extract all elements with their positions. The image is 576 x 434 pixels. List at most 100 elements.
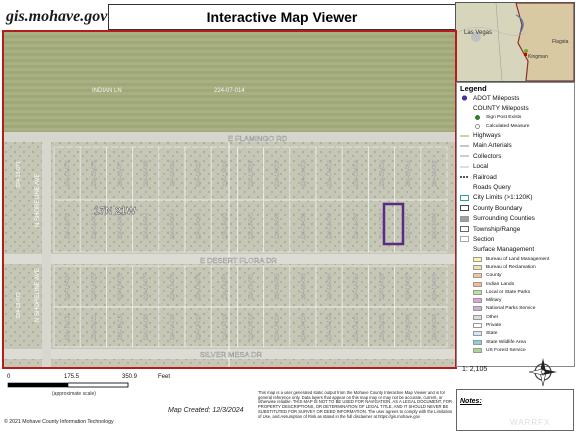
parcel-label-left: 224-13-072 bbox=[16, 292, 22, 319]
legend-label: County Boundary bbox=[473, 204, 523, 212]
legend-label: State bbox=[486, 331, 498, 337]
disclaimer-text: This map is a user generated static outp… bbox=[258, 391, 453, 419]
legend-swatch bbox=[473, 298, 482, 304]
legend-label: State Wildlife Area bbox=[486, 339, 526, 345]
legend-item: Sign Post Exists bbox=[457, 114, 574, 122]
parcel-label: 224-13-112 bbox=[65, 314, 71, 340]
legend-item: COUNTY Mileposts bbox=[457, 103, 574, 113]
parcel-label: 224-13-087 bbox=[406, 273, 412, 300]
parcel-label: 224-13-008 bbox=[222, 160, 228, 187]
parcel-label-left: 224-13-071 bbox=[16, 161, 22, 188]
legend-item: Surrounding Counties bbox=[457, 214, 574, 224]
legend-item: State bbox=[457, 330, 574, 338]
parcel-label: 224-13-098 bbox=[432, 314, 438, 341]
legend-label: Military bbox=[486, 298, 502, 304]
notes-label: Notes: bbox=[460, 398, 482, 405]
parcel-label: 224-13-006 bbox=[144, 160, 150, 187]
legend-label: National Parks Service bbox=[486, 306, 536, 312]
parcel-label: 224-13-104 bbox=[275, 314, 281, 341]
township-label: 17N 21W bbox=[94, 206, 136, 217]
parcel-label: 224-13-072 bbox=[65, 160, 71, 187]
legend-swatch bbox=[460, 142, 469, 149]
legend-item: Military bbox=[457, 297, 574, 305]
legend-label: Sign Post Exists bbox=[486, 115, 522, 121]
legend-swatch bbox=[473, 314, 482, 320]
legend-swatch bbox=[473, 123, 482, 129]
scale-ratio: 1: 2,105 bbox=[462, 366, 488, 373]
parcel-label: 224-13-085 bbox=[353, 273, 359, 300]
parcel-label: 224-13-039 bbox=[301, 213, 307, 240]
parcel-label: 224-13-071 bbox=[118, 160, 124, 187]
parcel-label: 224-13-109 bbox=[144, 314, 150, 341]
legend-label: Township/Range bbox=[473, 225, 521, 233]
legend-item: ADOT Mileposts bbox=[457, 93, 574, 103]
parcel-label: 224-13-076 bbox=[118, 273, 124, 300]
legend-label: US Forest Service bbox=[486, 347, 526, 353]
legend-swatch bbox=[460, 236, 469, 243]
parcel-label: 224-13-074 bbox=[65, 273, 71, 300]
parcel-label: 224-13-040 bbox=[275, 213, 281, 240]
inset-locator-map[interactable]: Las Vegas Kingman Flagsta bbox=[455, 2, 575, 82]
legend-label: Surrounding Counties bbox=[473, 215, 535, 223]
road-label-silver-mesa: SILVER MESA DR bbox=[200, 350, 263, 359]
parcel-label: 224-13-110 bbox=[118, 314, 124, 340]
parcel-label: 224-13-080 bbox=[222, 273, 228, 300]
legend-swatch bbox=[460, 194, 469, 201]
legend-swatch bbox=[473, 347, 482, 353]
parcel-label: 224-13-086 bbox=[380, 273, 386, 300]
parcel-label: 224-13-009 bbox=[249, 160, 255, 187]
north-arrow-icon bbox=[523, 356, 563, 388]
inset-label-kingman: Kingman bbox=[528, 54, 548, 60]
legend-label: Bureau of Land Management bbox=[486, 256, 550, 262]
parcel-label: 224-13-083 bbox=[301, 273, 307, 300]
parcel-label: 224-13-014 bbox=[380, 160, 386, 187]
parcel-label: 224-13-103 bbox=[301, 314, 307, 341]
legend-item: County Boundary bbox=[457, 203, 574, 213]
parcel-label: 224-13-105 bbox=[249, 314, 255, 341]
legend-label: Main Arterials bbox=[473, 142, 512, 150]
parcel-label: 224-13-073 bbox=[65, 213, 71, 240]
legend-swatch bbox=[460, 132, 469, 139]
parcel-label: 224-13-070 bbox=[91, 160, 97, 187]
legend-label: Roads Query bbox=[473, 184, 511, 192]
parcel-label: 224-13-079 bbox=[196, 273, 202, 300]
legend-item: Section bbox=[457, 234, 574, 244]
legend-label: Indian Lands bbox=[486, 281, 515, 287]
parcel-label: 224-13-107 bbox=[196, 314, 202, 341]
parcel-label: 224-13-012 bbox=[327, 160, 333, 187]
scale-tick-1: 175.5 bbox=[64, 374, 80, 380]
parcel-label: 224-13-077 bbox=[144, 273, 150, 300]
legend-item: Bureau of Land Management bbox=[457, 255, 574, 263]
legend-item: State Wildlife Area bbox=[457, 338, 574, 346]
legend-swatch bbox=[473, 273, 482, 279]
parcel-label: 224-13-099 bbox=[406, 314, 412, 341]
parcel-label: 224-13-015 bbox=[406, 160, 412, 187]
scale-unit: Feet bbox=[158, 374, 170, 380]
parcel-label: 224-13-016 bbox=[432, 160, 438, 187]
parcel-label: 224-13-102 bbox=[327, 314, 333, 341]
legend-item: Other bbox=[457, 313, 574, 321]
legend-swatch bbox=[473, 306, 482, 312]
legend-item: Indian Lands bbox=[457, 280, 574, 288]
watermark: WARRFX bbox=[510, 418, 551, 427]
legend-swatch bbox=[460, 153, 469, 160]
map-canvas[interactable]: 224-13-072 224-13-070 224-13-071 224-13-006… bbox=[2, 30, 457, 369]
legend-swatch bbox=[473, 115, 482, 121]
parcel-label: 224-13-010 bbox=[275, 160, 281, 187]
parcel-label: 224-13-041 bbox=[249, 213, 255, 240]
legend-label: Local bbox=[473, 163, 489, 171]
parcel-label: 224-13-035 bbox=[406, 213, 412, 240]
road-label-n-left-2: N SHORELINE AVE bbox=[35, 268, 41, 322]
legend-label: COUNTY Mileposts bbox=[473, 105, 529, 113]
parcel-label: 224-13-044 bbox=[170, 213, 176, 240]
road-label-desert-flora: E DESERT FLORA DR bbox=[200, 256, 277, 265]
legend-label: Surface Management bbox=[473, 246, 535, 254]
legend-item: US Forest Service bbox=[457, 346, 574, 354]
parcel-label: 224-13-007 bbox=[196, 160, 202, 187]
legend-item: Collectors bbox=[457, 151, 574, 161]
legend-item: Bureau of Reclamation bbox=[457, 263, 574, 271]
parcel-label: 224-13-088 bbox=[432, 273, 438, 300]
parcel-label: 224-13-045 bbox=[144, 213, 150, 240]
legend-swatch bbox=[473, 289, 482, 295]
parcel-label: 224-13-075 bbox=[91, 273, 97, 300]
